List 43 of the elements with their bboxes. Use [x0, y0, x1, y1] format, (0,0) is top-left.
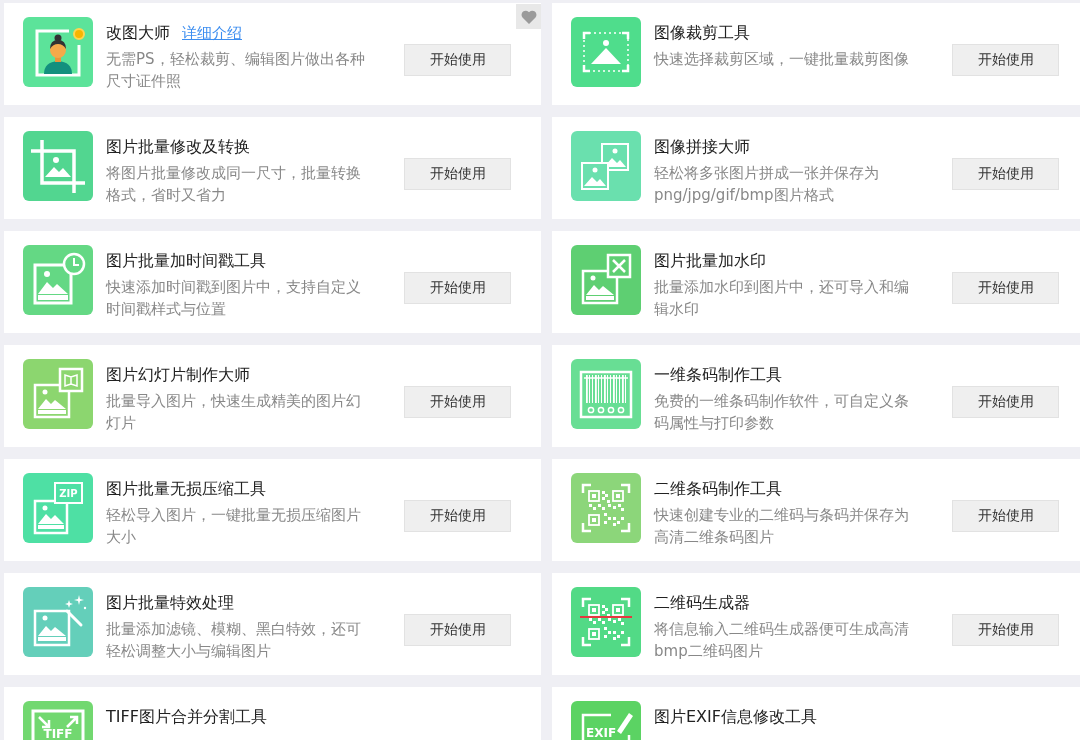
start-button[interactable]: 开始使用: [404, 500, 511, 532]
tool-name: 图片批量加水印: [654, 250, 766, 272]
heart-icon: [520, 9, 537, 24]
favorite-button[interactable]: [516, 4, 541, 29]
tool-name: 图像裁剪工具: [654, 22, 750, 44]
start-button[interactable]: 开始使用: [952, 272, 1059, 304]
tool-description: 批量导入图片，快速生成精美的图片幻灯片: [106, 391, 362, 434]
tool-description: 快速选择裁剪区域，一键批量裁剪图像: [654, 49, 910, 70]
start-button[interactable]: 开始使用: [404, 272, 511, 304]
tool-description: 快速添加时间戳到图片中，支持自定义时间戳样式与位置: [106, 277, 362, 320]
tool-name: 改图大师: [106, 22, 170, 44]
tiff-arrows-icon: TIFF: [23, 701, 93, 740]
tool-name: TIFF图片合并分割工具: [106, 706, 267, 728]
tool-name: 图像拼接大师: [654, 136, 750, 158]
start-button[interactable]: 开始使用: [952, 44, 1059, 76]
tool-description: 将图片批量修改成同一尺寸，批量转换格式，省时又省力: [106, 163, 362, 206]
tool-name: 一维条码制作工具: [654, 364, 782, 386]
tool-name: 图片批量加时间戳工具: [106, 250, 266, 272]
start-button[interactable]: 开始使用: [952, 614, 1059, 646]
tool-description: 将信息输入二维码生成器便可生成高清bmp二维码图片: [654, 619, 910, 662]
tool-description: 轻松导入图片，一键批量无损压缩图片大小: [106, 505, 362, 548]
start-button[interactable]: 开始使用: [952, 386, 1059, 418]
tool-name: 图片批量特效处理: [106, 592, 234, 614]
tool-description: 批量添加水印到图片中，还可导入和编辑水印: [654, 277, 910, 320]
start-button[interactable]: 开始使用: [952, 500, 1059, 532]
tool-name: 图片批量无损压缩工具: [106, 478, 266, 500]
start-button[interactable]: 开始使用: [404, 158, 511, 190]
tool-description: 轻松将多张图片拼成一张并保存为png/jpg/gif/bmp图片格式: [654, 163, 880, 206]
tool-description: 批量添加滤镜、模糊、黑白特效，还可轻松调整大小与编辑图片: [106, 619, 362, 662]
tool-name: 二维码生成器: [654, 592, 750, 614]
tool-name: 图片幻灯片制作大师: [106, 364, 250, 386]
tool-description: 快速创建专业的二维码与条码并保存为高清二维条码图片: [654, 505, 910, 548]
tool-description: 无需PS，轻松裁剪、编辑图片做出各种尺寸证件照: [106, 49, 366, 92]
tool-name: 图片批量修改及转换: [106, 136, 250, 158]
tool-name: 二维条码制作工具: [654, 478, 782, 500]
photo-zip-icon: ZIP: [23, 473, 93, 543]
tool-description: 免费的一维条码制作软件，可自定义条码属性与打印参数: [654, 391, 910, 434]
start-button[interactable]: 开始使用: [404, 614, 511, 646]
start-button[interactable]: 开始使用: [404, 44, 511, 76]
start-button[interactable]: 开始使用: [404, 386, 511, 418]
start-button[interactable]: 开始使用: [952, 158, 1059, 190]
tool-name: 图片EXIF信息修改工具: [654, 706, 817, 728]
exif-pen-icon: EXIF: [571, 701, 641, 740]
